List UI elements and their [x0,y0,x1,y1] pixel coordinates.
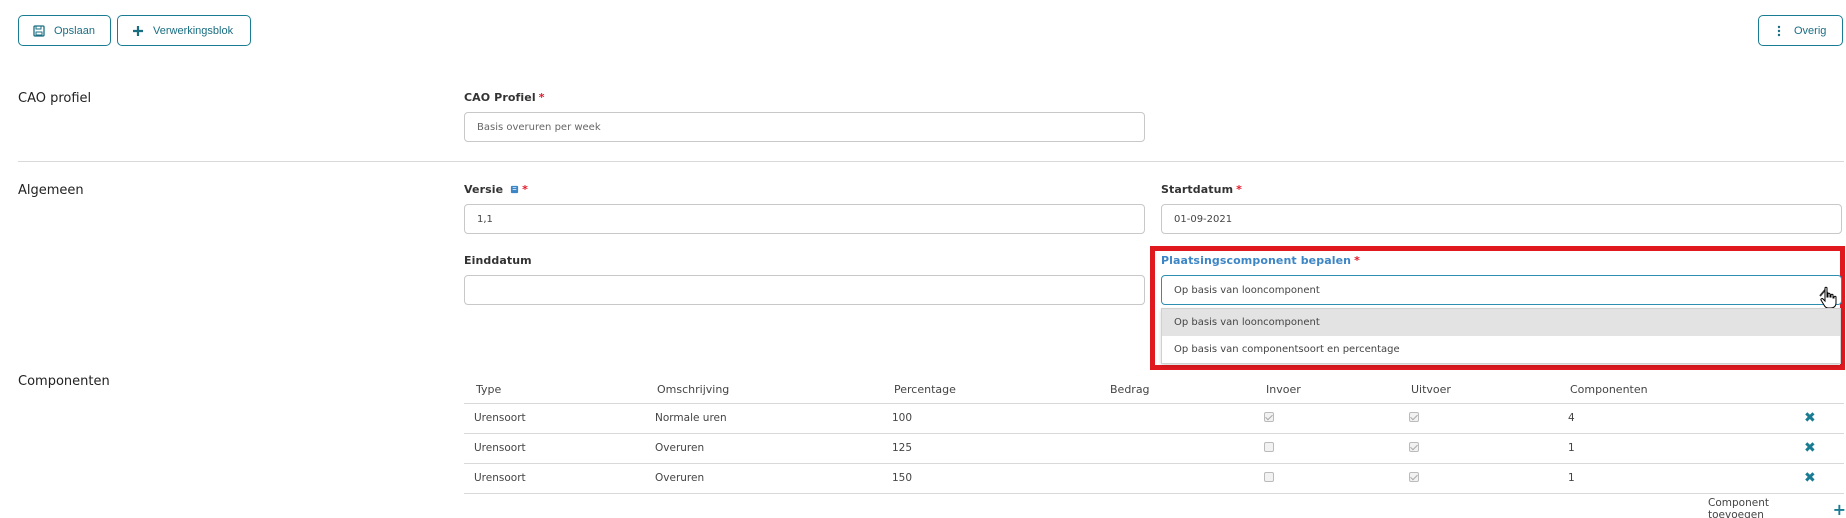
add-component-button[interactable]: Component toevoegen + [1708,497,1846,518]
invoer-checkbox[interactable] [1264,411,1274,422]
plaatsing-label-text: Plaatsingscomponent bepalen [1161,254,1352,267]
delete-icon[interactable]: ✖ [1804,410,1816,426]
cell-actions: ✖ [1794,403,1844,434]
column-header-componenten[interactable]: Componenten [1558,376,1794,404]
table-row[interactable]: Urensoort Normale uren 100 4 ✖ [464,403,1844,434]
required-marker: * [1354,254,1360,267]
cell-type: Urensoort [464,433,645,464]
plaatsing-label: Plaatsingscomponent bepalen * [1161,254,1360,267]
book-icon[interactable] [510,185,519,194]
column-header-actions [1794,376,1844,404]
uitvoer-checkbox[interactable] [1409,441,1419,452]
other-menu-label: Overig [1794,24,1827,37]
einddatum-input[interactable] [464,275,1145,305]
invoer-checkbox[interactable] [1264,471,1274,482]
column-header-omschrijving[interactable]: Omschrijving [645,376,882,404]
table-row[interactable]: Urensoort Overuren 125 1 ✖ [464,433,1844,464]
section-title-cao-profiel: CAO profiel [18,91,92,106]
cell-omschrijving: Normale uren [645,403,882,434]
cell-invoer [1254,433,1399,464]
column-header-uitvoer[interactable]: Uitvoer [1399,376,1558,404]
table-header-row: Type Omschrijving Percentage Bedrag Invo… [464,376,1844,404]
versie-label: Versie * [464,183,528,196]
components-table: Type Omschrijving Percentage Bedrag Invo… [464,376,1844,494]
dropdown-option[interactable]: Op basis van componentsoort en percentag… [1162,336,1840,363]
cell-bedrag [1098,433,1254,464]
cell-percentage: 150 [882,463,1098,494]
required-marker: * [522,183,528,196]
cell-omschrijving: Overuren [645,463,882,494]
versie-label-text: Versie [464,183,504,196]
section-title-algemeen: Algemeen [18,183,84,198]
plus-icon [133,25,143,36]
save-button[interactable]: Opslaan [18,15,111,46]
cell-type: Urensoort [464,403,645,434]
cell-componenten: 4 [1558,403,1794,434]
cao-profiel-label-text: CAO Profiel [464,91,536,104]
cell-bedrag [1098,463,1254,494]
cell-percentage: 125 [882,433,1098,464]
uitvoer-checkbox[interactable] [1409,411,1419,422]
plaatsing-dropdown: Op basis van looncomponent Op basis van … [1161,308,1841,364]
table-row[interactable]: Urensoort Overuren 150 1 ✖ [464,463,1844,494]
cell-componenten: 1 [1558,433,1794,464]
column-header-invoer[interactable]: Invoer [1254,376,1399,404]
startdatum-label-text: Startdatum [1161,183,1234,196]
floppy-disk-icon [33,24,45,37]
save-button-label: Opslaan [54,24,95,37]
hand-cursor-icon [1820,286,1837,309]
cell-uitvoer [1399,463,1558,494]
cell-uitvoer [1399,403,1558,434]
required-marker: * [538,91,545,104]
cell-uitvoer [1399,433,1558,464]
uitvoer-checkbox[interactable] [1409,471,1419,482]
cell-actions: ✖ [1794,433,1844,464]
cao-profiel-input[interactable]: Basis overuren per week [464,112,1145,142]
cell-bedrag [1098,403,1254,434]
add-processing-block-button[interactable]: Verwerkingsblok [117,15,251,46]
invoer-checkbox[interactable] [1264,441,1274,452]
versie-input[interactable]: 1,1 [464,204,1145,234]
cell-omschrijving: Overuren [645,433,882,464]
cell-percentage: 100 [882,403,1098,434]
cell-actions: ✖ [1794,463,1844,494]
column-header-bedrag[interactable]: Bedrag [1098,376,1254,404]
column-header-type[interactable]: Type [464,376,645,404]
dropdown-option[interactable]: Op basis van looncomponent [1162,309,1840,336]
einddatum-label: Einddatum [464,254,532,267]
delete-icon[interactable]: ✖ [1804,470,1816,486]
plus-icon: + [1832,499,1846,518]
add-component-label: Component toevoegen [1708,497,1769,518]
startdatum-label: Startdatum * [1161,183,1242,196]
cell-componenten: 1 [1558,463,1794,494]
section-divider [18,161,1844,162]
more-vertical-icon [1777,25,1781,36]
section-title-componenten: Componenten [18,374,110,389]
cell-invoer [1254,463,1399,494]
cell-type: Urensoort [464,463,645,494]
cao-profiel-label: CAO Profiel * [464,91,545,104]
delete-icon[interactable]: ✖ [1804,440,1816,456]
cell-invoer [1254,403,1399,434]
startdatum-input[interactable]: 01-09-2021 [1161,204,1842,234]
other-menu-button[interactable]: Overig [1758,15,1843,46]
column-header-percentage[interactable]: Percentage [882,376,1098,404]
required-marker: * [1236,183,1242,196]
plaatsing-select[interactable]: Op basis van looncomponent [1161,275,1842,305]
add-processing-block-label: Verwerkingsblok [153,24,234,37]
